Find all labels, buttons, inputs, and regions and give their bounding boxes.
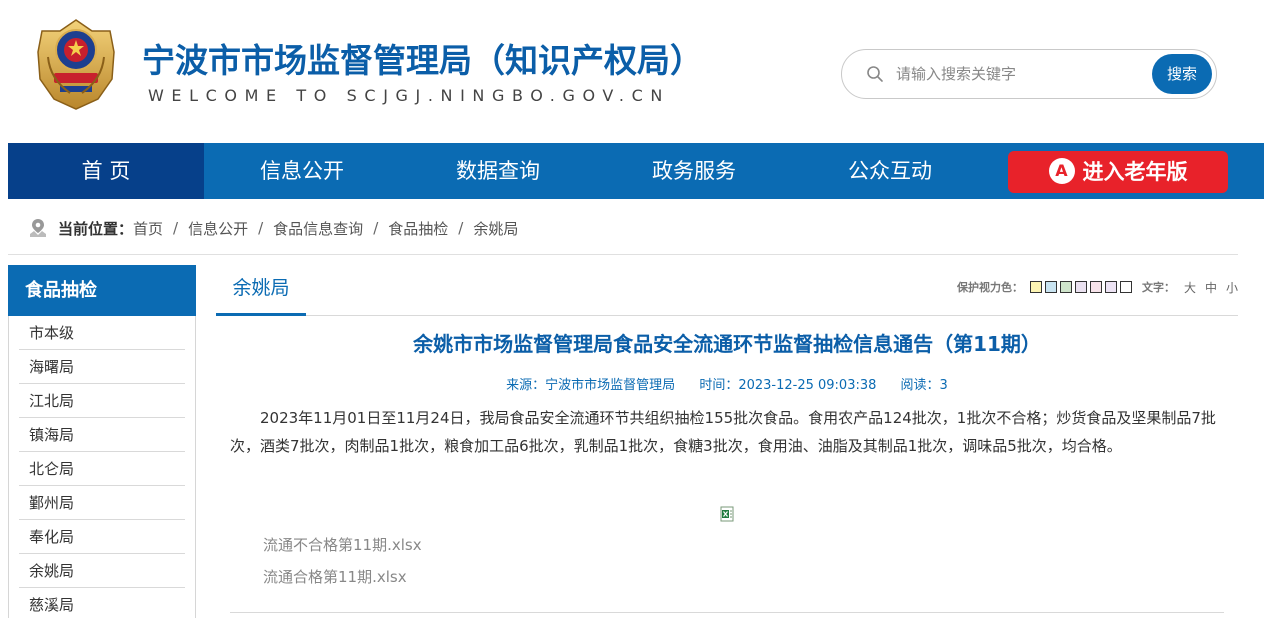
sidebar-item-beilun[interactable]: 北仑局	[19, 452, 185, 486]
content-tab-row: 余姚局 保护视力色： 文字： 大 中 小	[216, 265, 1238, 316]
eye-care-swatch-yellow[interactable]	[1029, 281, 1042, 293]
article-reads: 阅读：3	[900, 378, 948, 393]
site-subtitle: WELCOME TO SCJGJ.NINGBO.GOV.CN	[148, 86, 670, 105]
search-input[interactable]	[896, 61, 1136, 87]
reading-tools: 保护视力色： 文字： 大 中 小	[957, 278, 1238, 296]
font-size-medium[interactable]: 中	[1205, 279, 1217, 296]
elder-mode-button[interactable]: A 进入老年版	[1008, 151, 1228, 193]
site-header: 宁波市市场监督管理局（知识产权局） WELCOME TO SCJGJ.NINGB…	[0, 0, 1264, 143]
eye-care-swatch-green[interactable]	[1059, 281, 1072, 293]
nav-public-interaction[interactable]: 公众互动	[792, 143, 988, 199]
article-body: 2023年11月01日至11月24日，我局食品安全流通环节共组织抽检155批次食…	[230, 409, 1216, 455]
breadcrumb-info-public[interactable]: 信息公开	[188, 218, 248, 239]
eye-care-swatch-blue[interactable]	[1044, 281, 1057, 293]
sidebar: 食品抽检 市本级 海曙局 江北局 镇海局 北仑局 鄞州局 奉化局 余姚局 慈溪局	[8, 265, 196, 618]
eye-care-swatch-pink[interactable]	[1089, 281, 1102, 293]
location-pin-icon	[30, 219, 46, 237]
sidebar-item-yinzhou[interactable]: 鄞州局	[19, 486, 185, 520]
breadcrumb-food-sampling[interactable]: 食品抽检	[388, 218, 448, 239]
sidebar-heading: 食品抽检	[8, 265, 196, 316]
breadcrumb-separator: /	[173, 219, 179, 237]
article-title: 余姚市市场监督管理局食品安全流通环节监督抽检信息通告（第11期）	[413, 332, 1041, 356]
sidebar-item-city-level[interactable]: 市本级	[19, 316, 185, 350]
elder-mode-label: 进入老年版	[1082, 160, 1188, 184]
nav-data-query[interactable]: 数据查询	[400, 143, 596, 199]
sidebar-item-yuyao[interactable]: 余姚局	[19, 554, 185, 588]
font-size-label: 文字：	[1141, 281, 1175, 294]
nav-gov-services[interactable]: 政务服务	[596, 143, 792, 199]
sidebar-list: 市本级 海曙局 江北局 镇海局 北仑局 鄞州局 奉化局 余姚局 慈溪局	[9, 316, 195, 618]
eye-care-label: 保护视力色：	[956, 281, 1023, 294]
attachment-link-qualified[interactable]: 流通合格第11期.xlsx	[263, 566, 407, 587]
excel-file-icon	[720, 506, 734, 522]
content-divider	[230, 612, 1224, 613]
article-source: 来源：宁波市市场监督管理局	[506, 378, 676, 393]
sidebar-item-jiangbei[interactable]: 江北局	[19, 384, 185, 418]
eye-care-swatch-lavender[interactable]	[1074, 281, 1087, 293]
elder-mode-icon: A	[1048, 158, 1075, 184]
main-nav: 首 页 信息公开 数据查询 政务服务 公众互动 A 进入老年版	[8, 143, 1264, 199]
emblem-icon	[37, 19, 115, 110]
breadcrumb-yuyao[interactable]: 余姚局	[473, 218, 518, 239]
attachment-link-unqualified[interactable]: 流通不合格第11期.xlsx	[263, 534, 422, 555]
sidebar-item-zhenhai[interactable]: 镇海局	[19, 418, 185, 452]
breadcrumb-label: 当前位置：	[58, 219, 134, 238]
search-button[interactable]: 搜索	[1152, 54, 1212, 94]
eye-care-swatch-purple[interactable]	[1104, 281, 1117, 293]
nav-info-public[interactable]: 信息公开	[204, 143, 400, 199]
sidebar-item-cixi[interactable]: 慈溪局	[19, 588, 185, 618]
nav-home[interactable]: 首 页	[8, 143, 204, 199]
breadcrumb-separator: /	[458, 219, 464, 237]
font-size-small[interactable]: 小	[1226, 279, 1238, 296]
breadcrumb: 当前位置： 首页 / 信息公开 / 食品信息查询 / 食品抽检 / 余姚局	[28, 216, 518, 240]
breadcrumb-food-info[interactable]: 食品信息查询	[273, 218, 363, 239]
eye-care-swatch-white[interactable]	[1119, 281, 1132, 293]
breadcrumb-separator: /	[373, 219, 379, 237]
font-size-large[interactable]: 大	[1184, 279, 1196, 296]
breadcrumb-divider	[8, 254, 1238, 255]
site-title: 宁波市市场监督管理局（知识产权局）	[142, 41, 703, 80]
article-time: 时间：2023-12-25 09:03:38	[699, 378, 877, 393]
search-box: 搜索	[841, 49, 1217, 99]
sidebar-item-haishu[interactable]: 海曙局	[19, 350, 185, 384]
breadcrumb-separator: /	[258, 219, 264, 237]
article-meta: 来源：宁波市市场监督管理局 时间：2023-12-25 09:03:38 阅读：…	[230, 374, 1224, 393]
search-icon	[867, 66, 883, 82]
sidebar-item-fenghua[interactable]: 奉化局	[19, 520, 185, 554]
content-tab: 余姚局	[216, 265, 306, 316]
breadcrumb-home[interactable]: 首页	[133, 218, 163, 239]
